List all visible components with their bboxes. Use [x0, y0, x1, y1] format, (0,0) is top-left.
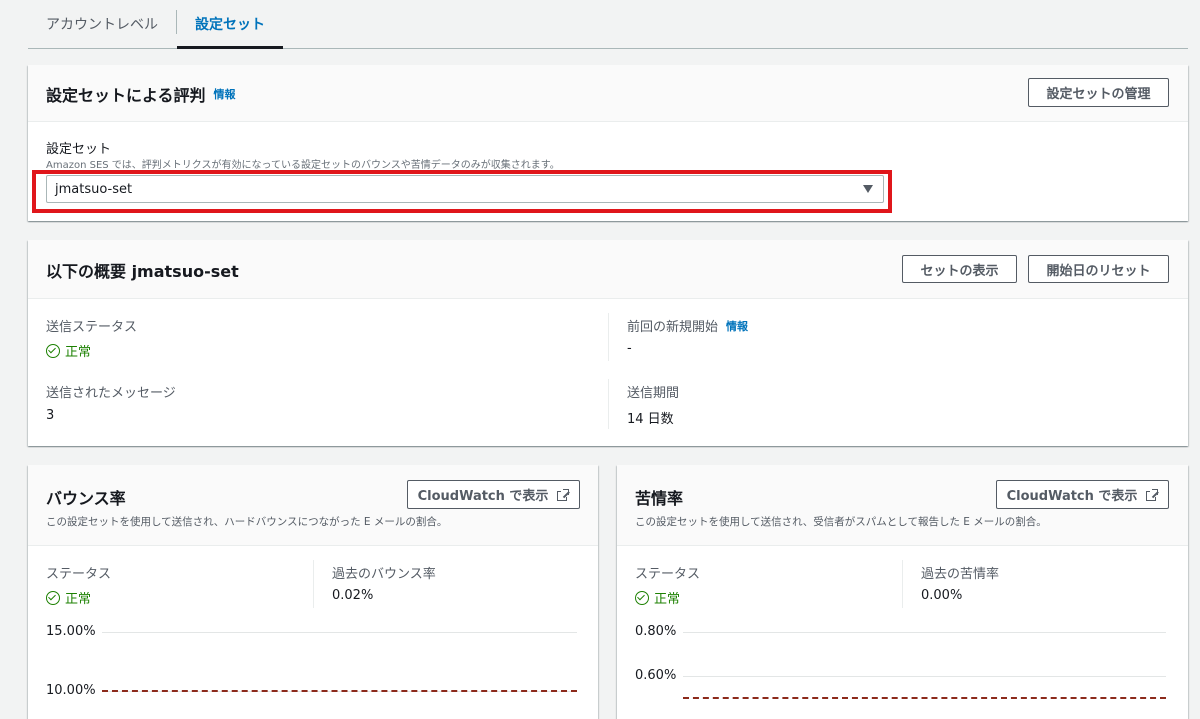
complaint-title: 苦情率: [635, 489, 684, 508]
summary-panel: 以下の概要 jmatsuo-set セットの表示 開始日のリセット 送信ステータ…: [28, 240, 1188, 446]
bounce-history-value: 0.02%: [332, 588, 374, 603]
summary-title: 以下の概要 jmatsuo-set: [46, 262, 239, 281]
bounce-gridline: [102, 632, 577, 633]
summary-divider: [608, 313, 609, 361]
complaint-status-text: 正常: [654, 592, 681, 607]
bounce-panel-header: バウンス率 CloudWatch で表示 この設定セットを使用して送信され、ハー…: [28, 465, 598, 546]
highlight-box: [32, 170, 892, 213]
complaint-divider: [902, 560, 903, 608]
complaint-description: この設定セットを使用して送信され、受信者がスパムとして報告した E メールの割合…: [635, 516, 1047, 528]
check-circle-icon: [635, 590, 649, 605]
complaint-threshold-line: [683, 697, 1166, 699]
bounce-cloudwatch-label: CloudWatch で表示: [417, 489, 549, 504]
complaint-y-tick: 0.60%: [635, 668, 677, 683]
summary-divider-2: [608, 379, 609, 429]
complaint-history-value: 0.00%: [921, 588, 963, 603]
complaint-y-tick: 0.80%: [635, 624, 677, 639]
config-set-field-label: 設定セット: [46, 142, 112, 157]
bounce-y-tick: 15.00%: [46, 624, 96, 639]
send-period-value: 14 日数: [627, 412, 674, 427]
bounce-status-value: 正常: [46, 588, 91, 607]
complaint-gridline: [683, 632, 1166, 633]
complaint-history-label: 過去の苦情率: [921, 567, 1000, 582]
send-status-value: 正常: [46, 341, 91, 360]
bounce-divider: [313, 560, 314, 608]
view-set-button[interactable]: セットの表示: [902, 255, 1017, 283]
last-restart-info-link[interactable]: 情報: [726, 318, 748, 334]
reputation-info-link[interactable]: 情報: [214, 86, 236, 102]
bounce-status-text: 正常: [65, 592, 92, 607]
complaint-panel-header: 苦情率 CloudWatch で表示 この設定セットを使用して送信され、受信者が…: [617, 465, 1188, 546]
manage-sets-button[interactable]: 設定セットの管理: [1028, 78, 1169, 107]
last-restart-label: 前回の新規開始: [627, 320, 719, 335]
bounce-rate-panel: バウンス率 CloudWatch で表示 この設定セットを使用して送信され、ハー…: [28, 465, 598, 719]
tab-account-level[interactable]: アカウントレベル: [28, 0, 176, 48]
messages-sent-value: 3: [46, 408, 55, 423]
reputation-title: 設定セットによる評判: [46, 86, 206, 105]
send-status-label: 送信ステータス: [46, 320, 138, 335]
check-circle-icon: [46, 343, 60, 358]
external-link-icon: [1146, 488, 1159, 501]
bounce-status-label: ステータス: [46, 567, 112, 582]
complaint-rate-panel: 苦情率 CloudWatch で表示 この設定セットを使用して送信され、受信者が…: [617, 465, 1188, 719]
last-restart-value: -: [627, 341, 632, 356]
config-set-field-description: Amazon SES では、評判メトリクスが有効になっている設定セットのバウンス…: [46, 160, 560, 171]
bounce-cloudwatch-button[interactable]: CloudWatch で表示: [407, 480, 580, 509]
reset-start-date-button[interactable]: 開始日のリセット: [1028, 255, 1169, 283]
bounce-description: この設定セットを使用して送信され、ハードバウンスにつながった E メールの割合。: [46, 516, 448, 528]
complaint-status-value: 正常: [635, 588, 680, 607]
complaint-cloudwatch-label: CloudWatch で表示: [1006, 489, 1138, 504]
complaint-cloudwatch-button[interactable]: CloudWatch で表示: [996, 480, 1169, 509]
bounce-title: バウンス率: [46, 489, 126, 508]
messages-sent-label: 送信されたメッセージ: [46, 386, 176, 401]
tab-configuration-sets[interactable]: 設定セット: [177, 0, 283, 49]
summary-panel-header: 以下の概要 jmatsuo-set セットの表示 開始日のリセット: [28, 240, 1188, 299]
send-status-text: 正常: [65, 345, 92, 360]
complaint-status-label: ステータス: [635, 567, 701, 582]
check-circle-icon: [46, 590, 60, 605]
complaint-gridline: [683, 676, 1166, 677]
tab-bar: アカウントレベル 設定セット: [28, 0, 1188, 49]
send-period-label: 送信期間: [627, 386, 680, 401]
reputation-panel-header: 設定セットによる評判 情報 設定セットの管理: [28, 65, 1188, 122]
bounce-history-label: 過去のバウンス率: [332, 567, 436, 582]
bounce-threshold-line: [102, 690, 577, 692]
bounce-y-tick: 10.00%: [46, 683, 96, 698]
external-link-icon: [557, 488, 570, 501]
